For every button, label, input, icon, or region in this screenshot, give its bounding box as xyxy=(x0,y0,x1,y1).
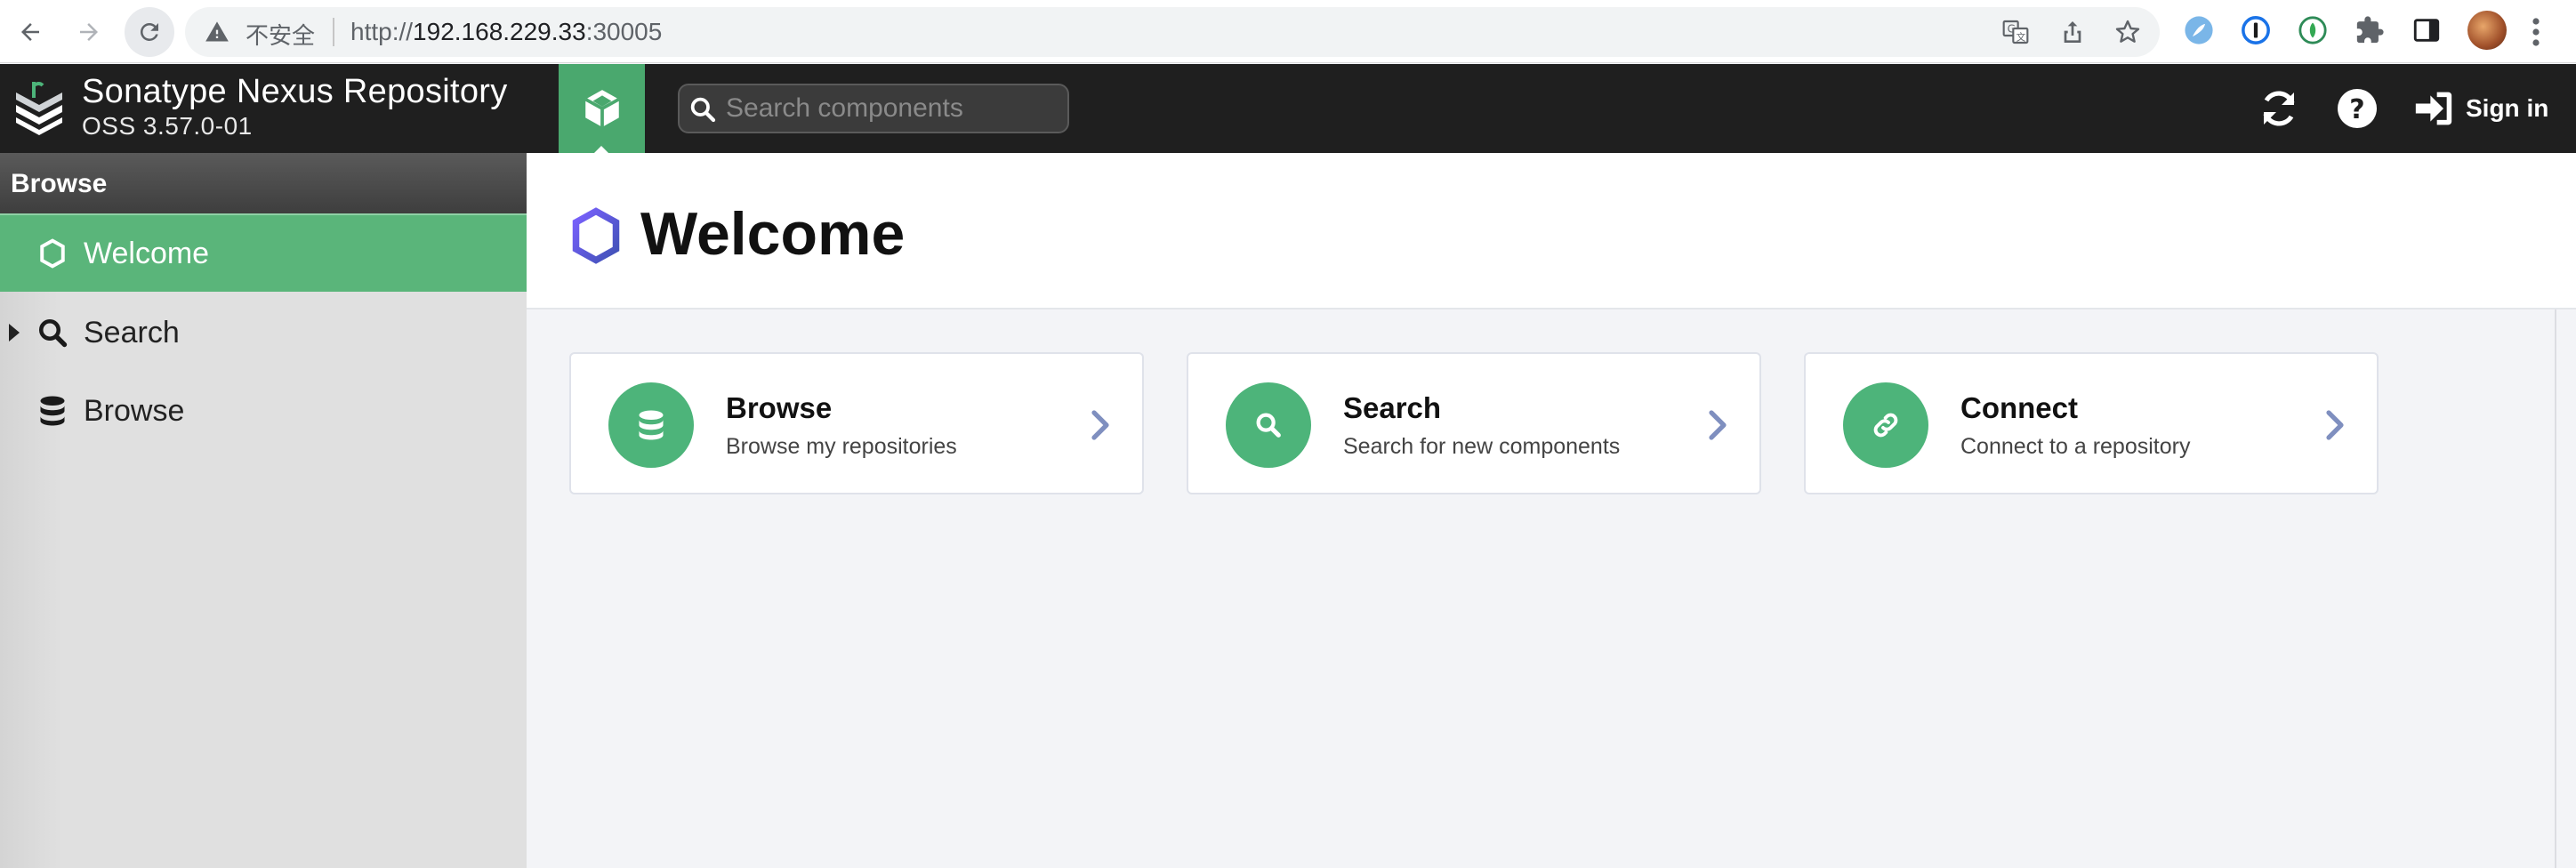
search-components-box[interactable] xyxy=(678,84,1069,133)
card-subtitle: Search for new components xyxy=(1343,434,1621,459)
svg-text:?: ? xyxy=(2349,94,2364,125)
search-icon xyxy=(36,316,69,350)
help-icon: ? xyxy=(2338,89,2377,128)
forward-arrow-icon xyxy=(80,23,98,41)
app-title: Sonatype Nexus Repository xyxy=(82,73,508,110)
search-components-input[interactable] xyxy=(726,91,1055,126)
insecure-label: 不安全 xyxy=(246,22,316,49)
cube-icon xyxy=(584,90,620,127)
sign-in-button[interactable]: Sign in xyxy=(2412,84,2548,133)
refresh-button[interactable] xyxy=(2256,85,2302,132)
reload-icon-wrap xyxy=(128,12,171,52)
forward-button[interactable] xyxy=(68,12,110,52)
chevron-right-icon xyxy=(2326,410,2344,440)
sidebar-item-label: Welcome xyxy=(84,236,210,270)
refresh-icon xyxy=(2263,91,2295,126)
bookmark-star-icon[interactable] xyxy=(2113,18,2142,46)
database-icon xyxy=(36,394,69,428)
link-icon xyxy=(1843,382,1928,468)
chevron-right-icon xyxy=(1709,410,1727,440)
browse-mode-button[interactable] xyxy=(559,64,645,155)
scroll-divider xyxy=(2555,309,2556,868)
database-icon xyxy=(608,382,694,468)
back-arrow-icon xyxy=(21,23,39,41)
card-search[interactable]: Search Search for new components xyxy=(1187,352,1761,494)
card-browse[interactable]: Browse Browse my repositories xyxy=(569,352,1144,494)
card-title: Connect xyxy=(1960,391,2078,424)
app-version: OSS 3.57.0-01 xyxy=(82,112,253,140)
more-menu-icon[interactable] xyxy=(2532,16,2540,48)
sidebar-header: Browse xyxy=(0,153,527,213)
card-connect[interactable]: Connect Connect to a repository xyxy=(1804,352,2379,494)
browser-toolbar: 不安全 http://192.168.229.33:30005 G文 xyxy=(0,0,2576,63)
sidebar-item-search[interactable]: Search xyxy=(0,293,527,372)
sign-in-label: Sign in xyxy=(2466,94,2549,122)
hexagon-icon xyxy=(572,207,620,264)
sonatype-logo-icon[interactable] xyxy=(12,78,66,135)
chevron-right-icon xyxy=(1091,410,1109,440)
warning-icon xyxy=(205,21,229,42)
url-text: http://192.168.229.33:30005 xyxy=(350,18,663,45)
search-icon xyxy=(1226,382,1311,468)
reload-icon xyxy=(141,23,158,41)
card-subtitle: Browse my repositories xyxy=(726,434,957,459)
address-bar[interactable]: 不安全 http://192.168.229.33:30005 G文 xyxy=(185,7,2160,57)
sidebar-item-welcome[interactable]: Welcome xyxy=(0,213,527,292)
main-content: Welcome Browse Browse my repositories Se… xyxy=(527,153,2576,868)
expand-arrow-icon[interactable] xyxy=(9,324,20,342)
profile-avatar[interactable] xyxy=(2467,11,2507,50)
extension-1password-icon[interactable] xyxy=(2240,14,2272,46)
side-panel-icon[interactable] xyxy=(2411,14,2443,46)
extension-feather-icon[interactable] xyxy=(2183,14,2215,46)
back-button[interactable] xyxy=(9,12,52,52)
sidebar: Browse Welcome Search Browse xyxy=(0,153,527,868)
sidebar-item-label: Search xyxy=(84,315,180,350)
page-title-bar: Welcome xyxy=(527,153,2576,309)
app-header: Sonatype Nexus Repository OSS 3.57.0-01 … xyxy=(0,64,2576,155)
search-icon xyxy=(690,97,716,123)
page-title: Welcome xyxy=(640,200,906,268)
sidebar-item-browse[interactable]: Browse xyxy=(0,372,527,450)
card-title: Search xyxy=(1343,391,1442,424)
extension-leaf-icon[interactable] xyxy=(2297,14,2329,46)
card-title: Browse xyxy=(726,391,833,424)
extensions-puzzle-icon[interactable] xyxy=(2354,14,2386,46)
card-subtitle: Connect to a repository xyxy=(1960,434,2191,459)
hexagon-icon xyxy=(36,237,69,270)
translate-icon[interactable]: G文 xyxy=(2001,18,2030,46)
help-button[interactable]: ? xyxy=(2334,85,2380,132)
separator xyxy=(333,18,334,46)
svg-text:文: 文 xyxy=(2017,31,2026,43)
sidebar-item-label: Browse xyxy=(84,393,185,428)
sign-in-icon xyxy=(2415,92,2452,125)
share-icon[interactable] xyxy=(2058,18,2087,46)
